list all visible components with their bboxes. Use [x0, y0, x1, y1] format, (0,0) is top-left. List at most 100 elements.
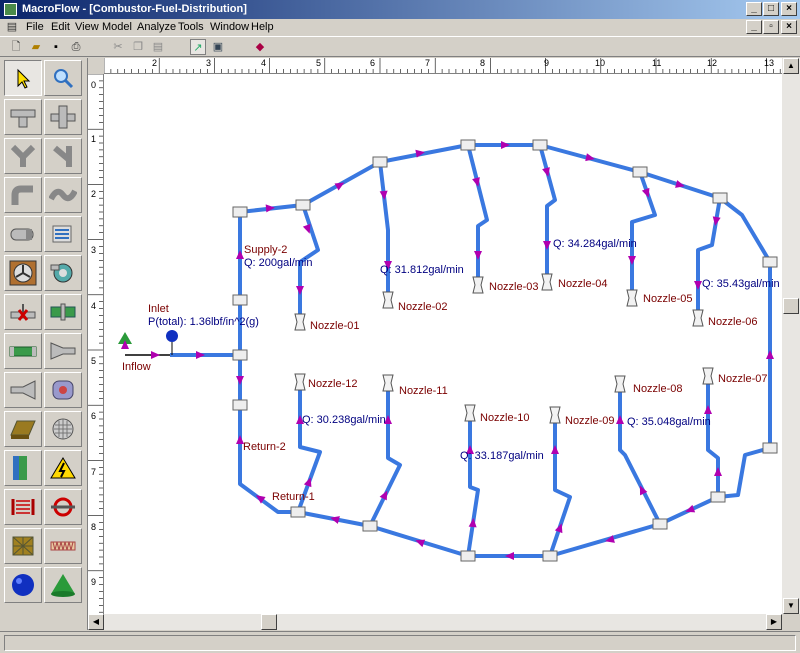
- mdi-close-button[interactable]: ×: [781, 20, 797, 34]
- valve-tool[interactable]: [4, 294, 42, 330]
- pipe-segment[interactable]: [378, 161, 390, 300]
- app-icon[interactable]: [4, 3, 17, 16]
- pipe-fitting[interactable]: [232, 294, 248, 306]
- nozzle-symbol[interactable]: [541, 273, 553, 291]
- turbine-tool[interactable]: [4, 411, 42, 447]
- nozzle-symbol[interactable]: [294, 313, 306, 331]
- scroll-right-button[interactable]: ▶: [766, 614, 782, 630]
- pipe-fitting[interactable]: [710, 491, 726, 503]
- nozzle-symbol[interactable]: [472, 276, 484, 294]
- open-icon[interactable]: ▰: [28, 39, 44, 55]
- pipe-fitting[interactable]: [362, 520, 378, 532]
- pipe-fitting[interactable]: [290, 506, 306, 518]
- zoom-tool[interactable]: [44, 60, 82, 96]
- filter-tool[interactable]: [4, 216, 42, 252]
- pipe-fitting[interactable]: [232, 399, 248, 411]
- vertical-scroll-thumb[interactable]: [783, 298, 799, 314]
- pipe-segment[interactable]: [618, 384, 662, 525]
- pointer-tool[interactable]: [4, 60, 42, 96]
- pipe-fitting[interactable]: [712, 192, 728, 204]
- pipe-segment[interactable]: [466, 144, 489, 285]
- pipe-fitting[interactable]: [460, 139, 476, 151]
- lateral-tool[interactable]: [44, 138, 82, 174]
- menu-file[interactable]: File: [26, 21, 44, 33]
- pipe-fitting[interactable]: [232, 206, 248, 218]
- pipe-fitting[interactable]: [532, 139, 548, 151]
- pipe-fitting[interactable]: [295, 199, 311, 211]
- horizontal-scroll-thumb[interactable]: [261, 614, 277, 630]
- pipe-segment[interactable]: [538, 144, 557, 282]
- horizontal-scrollbar[interactable]: ◀ ▶: [88, 614, 782, 630]
- nozzle-symbol[interactable]: [692, 309, 704, 327]
- maximize-button[interactable]: □: [763, 2, 779, 16]
- spring-tool[interactable]: [44, 528, 82, 564]
- menu-help[interactable]: Help: [251, 21, 274, 33]
- pipe-segment[interactable]: [466, 413, 480, 557]
- screen-tool[interactable]: [44, 411, 82, 447]
- menu-view[interactable]: View: [75, 21, 99, 33]
- nozzle-symbol[interactable]: [702, 367, 714, 385]
- boundary-sphere-icon[interactable]: [166, 330, 178, 342]
- nozzle-symbol[interactable]: [626, 289, 638, 307]
- save-icon[interactable]: ▪: [48, 39, 64, 55]
- nozzle-symbol[interactable]: [549, 406, 561, 424]
- pipe-fitting[interactable]: [372, 156, 388, 168]
- nozzle-symbol[interactable]: [382, 291, 394, 309]
- select-chart-icon[interactable]: ↗: [190, 39, 206, 55]
- rotor-tool[interactable]: [44, 489, 82, 525]
- pipe-tool[interactable]: [4, 333, 42, 369]
- pipe-segment[interactable]: [696, 197, 722, 318]
- pipe-fitting[interactable]: [652, 518, 668, 530]
- packed-bed-tool[interactable]: [4, 528, 42, 564]
- pipe-fitting[interactable]: [762, 442, 778, 454]
- paste-icon[interactable]: ▤: [150, 39, 166, 55]
- cone-tool[interactable]: [44, 567, 82, 603]
- nozzle-tool[interactable]: [44, 333, 82, 369]
- nozzle-symbol[interactable]: [614, 375, 626, 393]
- menu-model[interactable]: Model: [102, 21, 132, 33]
- nozzle-symbol[interactable]: [464, 404, 476, 422]
- menu-analyze[interactable]: Analyze: [137, 21, 176, 33]
- sphere-tool[interactable]: [4, 567, 42, 603]
- pipe-fitting[interactable]: [762, 256, 778, 268]
- cut-icon[interactable]: ✂: [110, 39, 126, 55]
- pipe-segment[interactable]: [368, 383, 402, 527]
- document-icon[interactable]: ▤: [4, 19, 20, 35]
- model-canvas[interactable]: Inlet P(total): 1.36lbf/in^2(g) Inflow S…: [104, 74, 782, 614]
- diffuser-tool[interactable]: [4, 372, 42, 408]
- scroll-down-button[interactable]: ▼: [783, 598, 799, 614]
- pipe-fitting[interactable]: [542, 550, 558, 562]
- orifice-tool[interactable]: [44, 294, 82, 330]
- heat-exchanger-tool[interactable]: [44, 216, 82, 252]
- vertical-scrollbar[interactable]: ▲ ▼: [782, 58, 800, 614]
- nozzle-symbol[interactable]: [294, 373, 306, 391]
- pipe-segment[interactable]: [706, 376, 720, 497]
- new-icon[interactable]: 🗋: [8, 39, 24, 55]
- wall-tool[interactable]: [4, 450, 42, 486]
- mdi-restore-button[interactable]: ▫: [763, 20, 779, 34]
- pipe-fitting[interactable]: [460, 550, 476, 562]
- copy-icon[interactable]: ❐: [130, 39, 146, 55]
- fan-tool[interactable]: [4, 255, 42, 291]
- close-button[interactable]: ×: [781, 2, 797, 16]
- pump-tool[interactable]: [44, 255, 82, 291]
- heater-tool[interactable]: [44, 450, 82, 486]
- wye-tool[interactable]: [4, 138, 42, 174]
- print-icon[interactable]: ⎙: [68, 39, 84, 55]
- nozzle-symbol[interactable]: [382, 374, 394, 392]
- menu-tools[interactable]: Tools: [178, 21, 204, 33]
- pipe-fitting[interactable]: [632, 166, 648, 178]
- cross-tool[interactable]: [44, 99, 82, 135]
- picture-icon[interactable]: ▣: [210, 39, 226, 55]
- bend-tool[interactable]: [44, 177, 82, 213]
- coil-tool[interactable]: [4, 489, 42, 525]
- pipe-fitting[interactable]: [232, 349, 248, 361]
- book-icon[interactable]: ◆: [252, 39, 268, 55]
- compressor-tool[interactable]: [44, 372, 82, 408]
- minimize-button[interactable]: _: [746, 2, 762, 16]
- tee-tool[interactable]: [4, 99, 42, 135]
- menu-edit[interactable]: Edit: [51, 21, 70, 33]
- pipe-segment[interactable]: [238, 143, 772, 558]
- elbow-tool[interactable]: [4, 177, 42, 213]
- scroll-left-button[interactable]: ◀: [88, 614, 104, 630]
